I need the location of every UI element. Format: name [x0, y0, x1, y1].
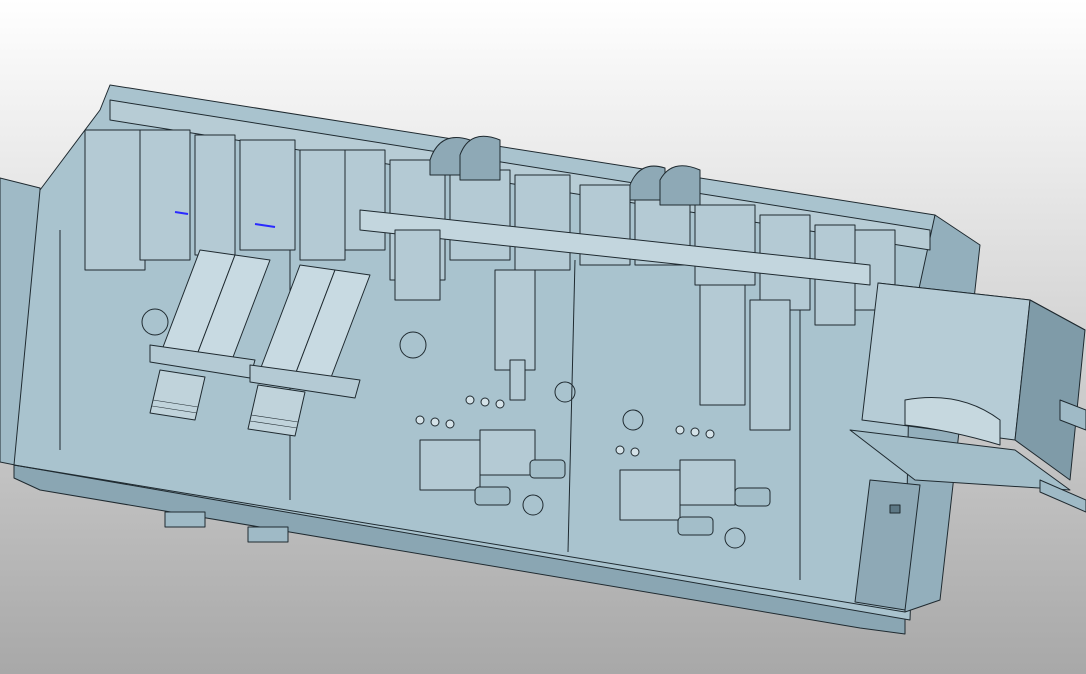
cad-viewport[interactable] — [0, 0, 1086, 674]
door-handle — [889, 504, 901, 514]
